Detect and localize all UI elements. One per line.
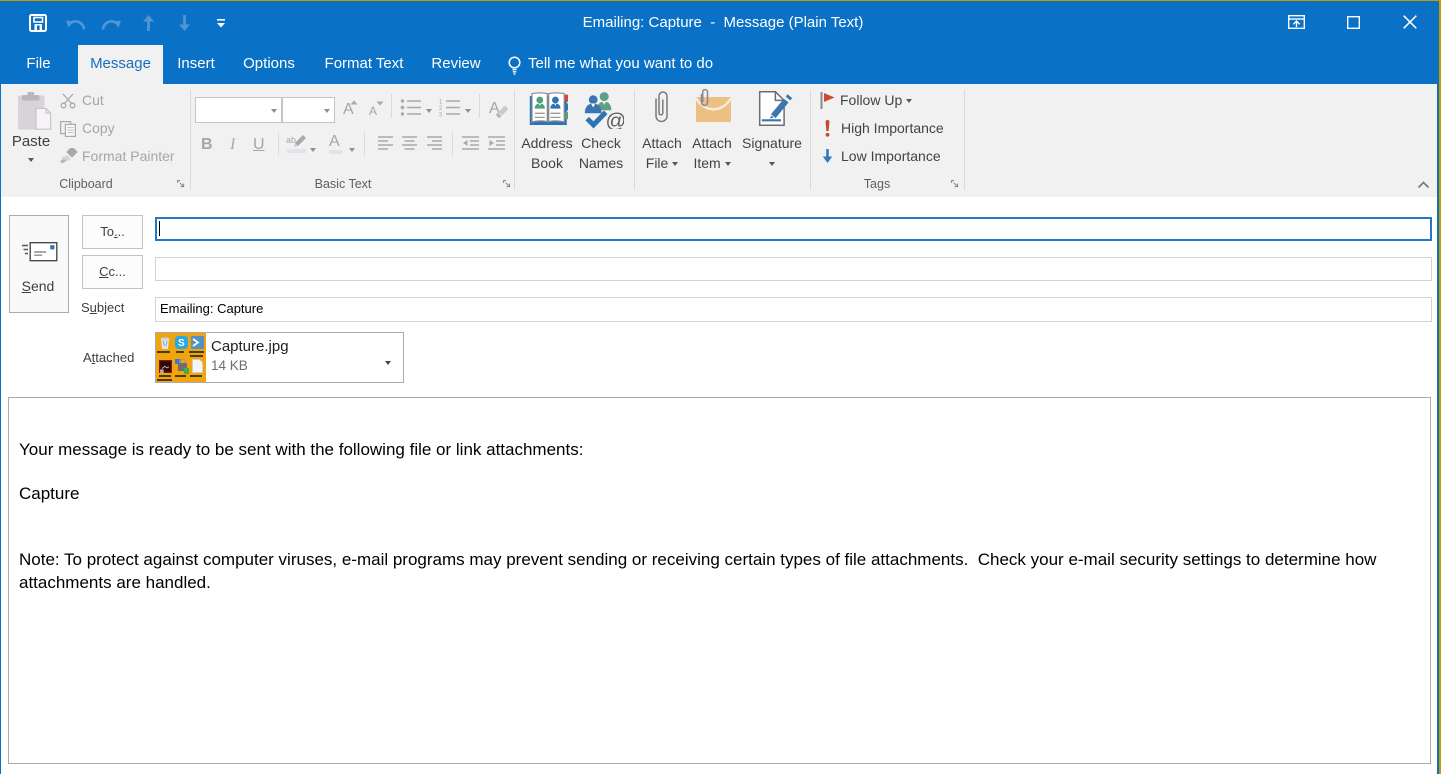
svg-text:S: S [178, 338, 185, 349]
svg-text:3: 3 [439, 113, 443, 118]
svg-text:@: @ [606, 110, 625, 129]
svg-text:2: 2 [439, 106, 443, 112]
svg-text:1: 1 [439, 100, 443, 106]
svg-text:ab: ab [286, 135, 296, 145]
